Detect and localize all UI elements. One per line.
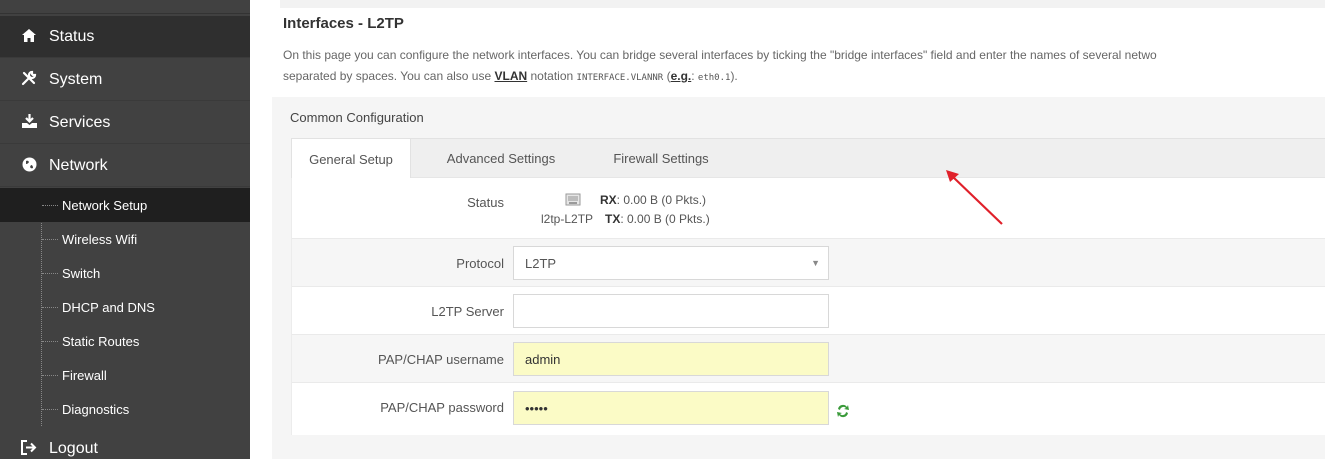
tree-branch [42,341,58,342]
username-input[interactable]: admin [513,342,829,376]
description-text: notation [527,69,577,83]
tree-branch [42,409,58,410]
sidebar-item-label: Static Routes [62,333,140,349]
password-input[interactable]: ••••• [513,391,829,425]
tab-bar: General Setup Advanced Settings Firewall… [291,138,1325,179]
annotation-arrow-icon [946,170,1003,225]
sidebar-item-label: Firewall [62,367,107,383]
globe-icon [18,157,40,175]
sidebar-item-label: Network Setup [62,197,148,213]
description-text: ). [730,69,738,83]
section-title: Common Configuration [290,110,424,125]
description-text: : [691,69,698,83]
password-row: PAP/CHAP password ••••• [292,383,1325,433]
tx-key: TX [605,212,621,226]
protocol-row: Protocol L2TP ▼ [292,239,1325,287]
app-window: Status System Services Network Network S… [0,0,1325,459]
description-line: separated by spaces. You can also use VL… [283,66,1323,89]
vlan-link[interactable]: VLAN [494,69,527,83]
username-label: PAP/CHAP username [378,352,504,367]
general-setup-form: Status l2tp-L2TP RX: 0.00 B (0 Pkts.) TX… [291,178,1325,435]
interface-name: l2tp-L2TP [541,212,594,226]
tools-icon [18,70,40,89]
code-snippet: eth0.1 [697,73,731,83]
main-content: Interfaces - L2TP On this page you can c… [250,0,1325,459]
protocol-label: Protocol [456,256,504,271]
tx-stat: TX: 0.00 B (0 Pkts.) [605,212,710,226]
description-line: On this page you can configure the netwo… [283,48,1157,62]
tree-branch [42,239,58,240]
rx-value: : 0.00 B (0 Pkts.) [616,193,707,207]
protocol-value: L2TP [525,255,557,271]
rx-key: RX [600,193,617,207]
sidebar-item-dhcp-and-dns[interactable]: DHCP and DNS [0,290,250,324]
logout-icon [18,439,40,458]
sidebar-item-label: Wireless Wifi [62,231,138,247]
sidebar-item-network[interactable]: Network [0,145,250,187]
tab-general-setup[interactable]: General Setup [291,139,411,179]
protocol-select[interactable]: L2TP ▼ [513,246,829,280]
sidebar-item-label: Diagnostics [62,401,130,417]
sidebar-item-switch[interactable]: Switch [0,256,250,290]
example-link[interactable]: e.g. [671,69,692,83]
sidebar-item-label: System [49,70,103,88]
sidebar-item-label: Services [49,113,111,131]
code-snippet: INTERFACE.VLANNR [576,73,664,83]
home-icon [18,28,40,45]
sidebar: Status System Services Network Network S… [0,0,250,459]
sidebar-item-services[interactable]: Services [0,102,250,144]
sidebar-item-label: Logout [49,439,98,457]
tab-advanced-settings[interactable]: Advanced Settings [431,139,571,178]
reveal-password-icon[interactable] [835,403,851,419]
tx-value: : 0.00 B (0 Pkts.) [620,212,710,226]
sidebar-item-diagnostics[interactable]: Diagnostics [0,392,250,426]
top-strip [280,0,1325,8]
tree-branch [42,375,58,376]
network-port-icon [565,193,581,206]
password-label: PAP/CHAP password [380,400,504,415]
tree-branch [42,307,58,308]
sidebar-item-logout[interactable]: Logout [0,428,250,459]
sidebar-item-wireless-wifi[interactable]: Wireless Wifi [0,222,250,256]
sidebar-item-label: Switch [62,265,101,281]
username-row: PAP/CHAP username admin [292,335,1325,383]
sidebar-item-system[interactable]: System [0,59,250,101]
tab-firewall-settings[interactable]: Firewall Settings [591,139,731,178]
status-row: Status l2tp-L2TP RX: 0.00 B (0 Pkts.) TX… [292,178,1325,239]
chevron-down-icon: ▼ [811,258,820,268]
sidebar-item-static-routes[interactable]: Static Routes [0,324,250,358]
rx-stat: RX: 0.00 B (0 Pkts.) [600,193,706,207]
description-text: separated by spaces. You can also use [283,69,495,83]
sidebar-item-label: DHCP and DNS [62,299,155,315]
page-title: Interfaces - L2TP [283,15,404,32]
sidebar-item-label: Network [49,156,108,174]
server-row: L2TP Server [292,287,1325,335]
download-icon [18,114,40,131]
sidebar-item-firewall[interactable]: Firewall [0,358,250,392]
server-input[interactable] [513,294,829,328]
server-label: L2TP Server [431,304,504,319]
tree-branch [42,205,58,206]
status-label: Status [467,195,504,210]
tree-branch [42,273,58,274]
sidebar-top-bar [0,0,250,14]
description-text: ( [663,69,671,83]
page-description: On this page you can configure the netwo… [283,45,1323,89]
sidebar-item-network-setup[interactable]: Network Setup [0,188,250,222]
sidebar-item-status[interactable]: Status [0,16,250,58]
sidebar-item-label: Status [49,27,95,45]
